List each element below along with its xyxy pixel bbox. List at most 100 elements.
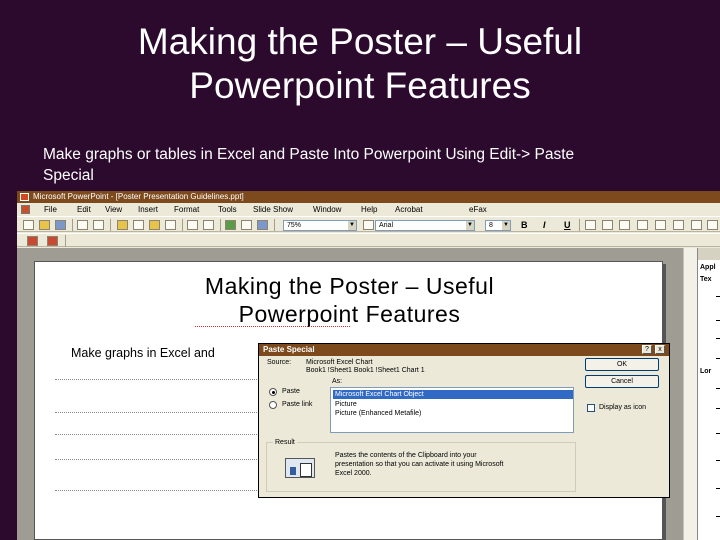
align-left-icon[interactable] bbox=[585, 220, 596, 230]
paste-link-label: Paste link bbox=[282, 401, 313, 408]
toolbar-divider bbox=[579, 219, 580, 231]
embedded-object-icon bbox=[285, 458, 315, 478]
result-label: Result bbox=[273, 438, 297, 447]
list-item[interactable]: Picture (Enhanced Metafile) bbox=[333, 409, 573, 418]
menu-tools[interactable]: Tools bbox=[218, 204, 237, 215]
italic-button[interactable]: I bbox=[543, 219, 546, 231]
menu-file[interactable]: File bbox=[44, 204, 57, 215]
font-combo[interactable]: Arial ▼ bbox=[375, 220, 475, 231]
inner-slide-title[interactable]: Making the Poster – Useful Powerpoint Fe… bbox=[35, 272, 662, 328]
slide-body-line1: Make graphs or tables in Excel and Paste… bbox=[43, 146, 575, 163]
acrobat-email-icon[interactable] bbox=[47, 236, 58, 246]
insert-chart-icon[interactable] bbox=[225, 220, 236, 230]
menu-insert[interactable]: Insert bbox=[138, 204, 158, 215]
display-as-icon-label: Display as icon bbox=[599, 404, 647, 411]
menu-edit[interactable]: Edit bbox=[77, 204, 91, 215]
result-line3: Excel 2000. bbox=[335, 470, 372, 477]
chevron-down-icon[interactable]: ▼ bbox=[348, 221, 356, 230]
font-size-combo[interactable]: 8 ▼ bbox=[485, 220, 511, 231]
paste-radio[interactable] bbox=[269, 388, 277, 396]
toolbar-divider bbox=[274, 219, 275, 231]
bold-button[interactable]: B bbox=[521, 219, 528, 231]
task-pane-label: Lor bbox=[700, 368, 712, 375]
decrease-font-icon[interactable] bbox=[691, 220, 702, 230]
task-pane-tick bbox=[716, 488, 720, 489]
menu-bar: File Edit View Insert Format Tools Slide… bbox=[17, 204, 720, 215]
toolbar-divider bbox=[220, 219, 221, 231]
result-line2: presentation so that you can activate it… bbox=[335, 461, 504, 468]
acrobat-convert-icon[interactable] bbox=[27, 236, 38, 246]
as-listbox[interactable]: Microsoft Excel Chart Object Picture Pic… bbox=[330, 387, 574, 433]
redo-icon[interactable] bbox=[203, 220, 214, 230]
task-pane-label: Appl bbox=[700, 264, 716, 271]
task-pane-tick bbox=[716, 338, 720, 339]
slide-title-line1: Making the Poster – Useful bbox=[137, 21, 583, 62]
dialog-help-button[interactable]: ? bbox=[642, 345, 652, 354]
toolbar-divider bbox=[110, 219, 111, 231]
list-item[interactable]: Microsoft Excel Chart Object bbox=[333, 390, 573, 399]
result-line1: Pastes the contents of the Clipboard int… bbox=[335, 452, 477, 459]
zoom-combo[interactable]: 75% ▼ bbox=[283, 220, 357, 231]
list-item[interactable]: Picture bbox=[333, 400, 573, 409]
underline-button[interactable]: U bbox=[564, 219, 571, 231]
menu-slide-show[interactable]: Slide Show bbox=[253, 204, 293, 215]
print-icon[interactable] bbox=[93, 220, 104, 230]
open-icon[interactable] bbox=[39, 220, 50, 230]
source-label: Source: bbox=[267, 359, 292, 366]
numbering-icon[interactable] bbox=[637, 220, 648, 230]
powerpoint-screenshot: Microsoft PowerPoint - [Poster Presentat… bbox=[17, 191, 720, 540]
copy-icon[interactable] bbox=[133, 220, 144, 230]
slide-title: Making the Poster – Useful Powerpoint Fe… bbox=[0, 20, 720, 108]
vertical-scrollbar[interactable] bbox=[683, 248, 697, 540]
source-path: Book1 !Sheet1 Book1 !Sheet1 Chart 1 bbox=[306, 367, 425, 374]
insert-table-icon[interactable] bbox=[241, 220, 252, 230]
dialog-titlebar[interactable]: Paste Special bbox=[259, 344, 669, 356]
email-icon[interactable] bbox=[77, 220, 88, 230]
cut-icon[interactable] bbox=[117, 220, 128, 230]
undo-icon[interactable] bbox=[187, 220, 198, 230]
menu-acrobat[interactable]: Acrobat bbox=[395, 204, 423, 215]
menu-format[interactable]: Format bbox=[174, 204, 199, 215]
paste-link-radio[interactable] bbox=[269, 401, 277, 409]
task-pane-tick bbox=[716, 408, 720, 409]
inner-slide-body[interactable]: Make graphs in Excel and bbox=[71, 346, 215, 360]
tables-borders-icon[interactable] bbox=[257, 220, 268, 230]
spelling-underline bbox=[195, 326, 350, 327]
help-icon[interactable] bbox=[363, 220, 374, 230]
dialog-title: Paste Special bbox=[263, 345, 315, 354]
display-as-icon-checkbox[interactable] bbox=[587, 404, 595, 412]
save-icon[interactable] bbox=[55, 220, 66, 230]
powerpoint-app-icon bbox=[20, 193, 29, 201]
window-title: Microsoft PowerPoint - [Poster Presentat… bbox=[33, 192, 244, 201]
window-titlebar[interactable]: Microsoft PowerPoint - [Poster Presentat… bbox=[17, 191, 720, 203]
slide-title-line2: Powerpoint Features bbox=[189, 65, 531, 106]
menu-efax[interactable]: eFax bbox=[469, 204, 487, 215]
secondary-toolbar bbox=[17, 233, 720, 247]
new-icon[interactable] bbox=[23, 220, 34, 230]
task-pane-tick bbox=[716, 433, 720, 434]
promote-icon[interactable] bbox=[707, 220, 718, 230]
slide-body-line2: Special bbox=[43, 167, 94, 184]
cancel-button[interactable]: Cancel bbox=[585, 375, 659, 388]
font-size-value: 8 bbox=[489, 222, 493, 229]
task-pane-header[interactable] bbox=[698, 248, 720, 260]
increase-font-icon[interactable] bbox=[673, 220, 684, 230]
chevron-down-icon[interactable]: ▼ bbox=[466, 221, 474, 230]
standard-toolbar: 75% ▼ Arial ▼ 8 ▼ B I U bbox=[17, 216, 720, 232]
document-icon[interactable] bbox=[21, 205, 30, 214]
format-painter-icon[interactable] bbox=[165, 220, 176, 230]
paste-label: Paste bbox=[282, 388, 300, 395]
ok-button[interactable]: OK bbox=[585, 358, 659, 371]
dialog-close-button[interactable]: x bbox=[655, 345, 665, 354]
align-center-icon[interactable] bbox=[602, 220, 613, 230]
task-pane-tick bbox=[716, 460, 720, 461]
menu-help[interactable]: Help bbox=[361, 204, 377, 215]
align-right-icon[interactable] bbox=[619, 220, 630, 230]
menu-view[interactable]: View bbox=[105, 204, 122, 215]
menu-window[interactable]: Window bbox=[313, 204, 341, 215]
toolbar-divider bbox=[182, 219, 183, 231]
chevron-down-icon[interactable]: ▼ bbox=[502, 221, 510, 230]
bullets-icon[interactable] bbox=[655, 220, 666, 230]
toolbar-divider bbox=[65, 235, 66, 247]
paste-icon[interactable] bbox=[149, 220, 160, 230]
